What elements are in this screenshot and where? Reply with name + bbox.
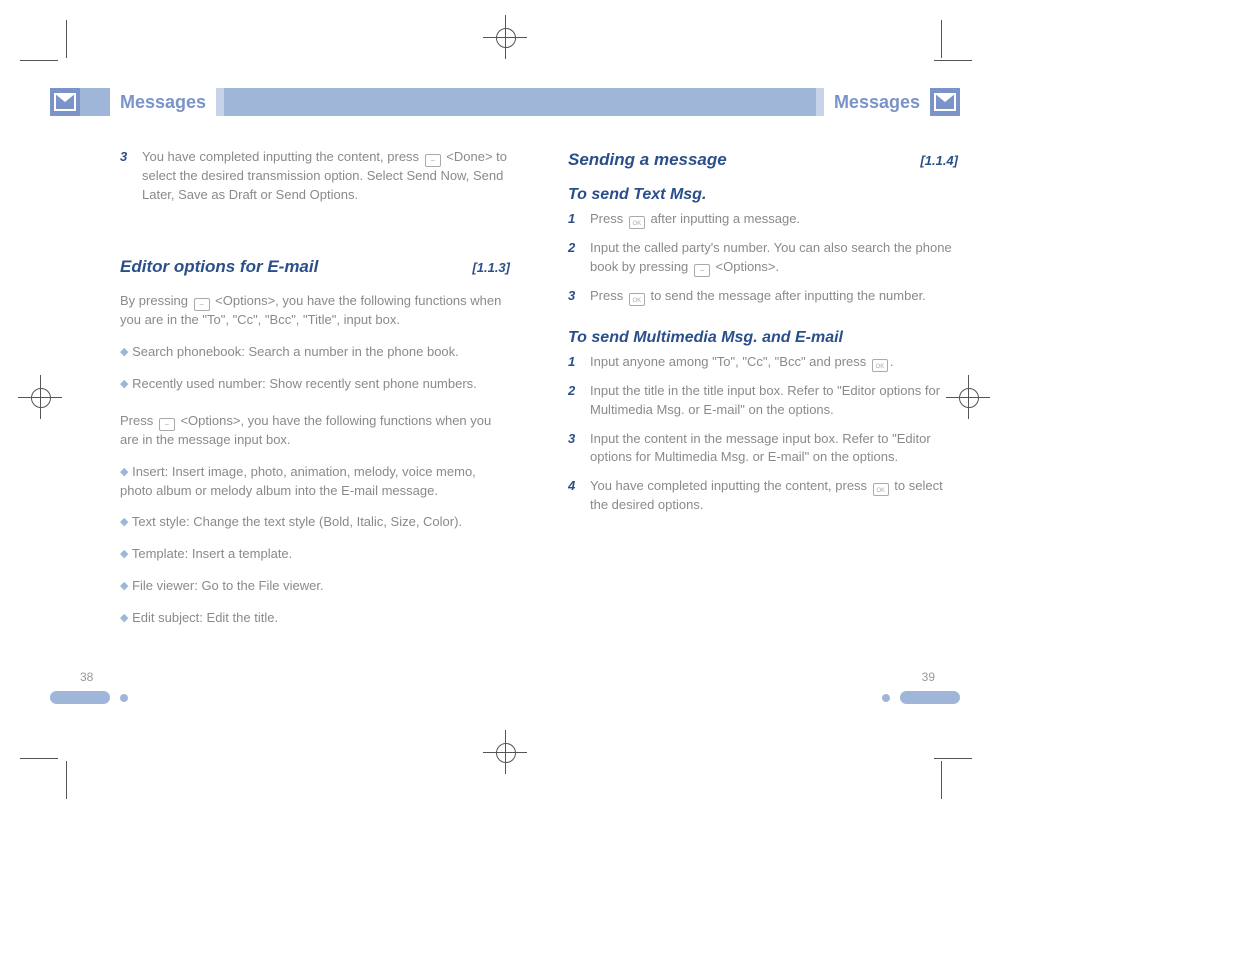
- softkey-icon: [425, 154, 441, 167]
- crop-mark: [66, 761, 67, 799]
- crop-mark: [20, 758, 58, 759]
- section-ref: [1.1.4]: [920, 152, 958, 171]
- paragraph: Press <Options>, you have the following …: [120, 412, 510, 450]
- ok-key-icon: [872, 359, 888, 372]
- right-column: Sending a message [1.1.4] To send Text M…: [568, 148, 958, 525]
- step-text: You have completed inputting the content…: [142, 148, 510, 205]
- step-3: 3 You have completed inputting the conte…: [120, 148, 510, 205]
- sub-heading: To send Multimedia Msg. and E-mail: [568, 326, 958, 349]
- softkey-icon: [159, 418, 175, 431]
- list-item: ◆ Edit subject: Edit the title.: [120, 609, 510, 628]
- header-title: Messages: [816, 88, 930, 116]
- step-number: 2: [568, 239, 580, 277]
- registration-mark: [483, 730, 527, 774]
- step: 2 Input the called party's number. You c…: [568, 239, 958, 277]
- step-number: 3: [568, 287, 580, 306]
- step-number: 4: [568, 477, 580, 515]
- list-item: ◆ Text style: Change the text style (Bol…: [120, 513, 510, 532]
- section-ref: [1.1.3]: [472, 259, 510, 278]
- crop-mark: [934, 60, 972, 61]
- registration-mark: [483, 15, 527, 59]
- page-number: 38: [80, 670, 93, 684]
- section-heading: Editor options for E-mail [1.1.3]: [120, 255, 510, 280]
- step-number: 3: [120, 148, 132, 205]
- list-item: ◆ Insert: Insert image, photo, animation…: [120, 463, 510, 501]
- crop-mark: [941, 20, 942, 58]
- list-item: ◆ Template: Insert a template.: [120, 545, 510, 564]
- list-item: ◆ Search phonebook: Search a number in t…: [120, 343, 510, 362]
- step: 1 Input anyone among "To", "Cc", "Bcc" a…: [568, 353, 958, 372]
- step-number: 1: [568, 210, 580, 229]
- list-item: ◆ Recently used number: Show recently se…: [120, 375, 510, 394]
- section-heading: Sending a message [1.1.4]: [568, 148, 958, 173]
- header-bar-left: Messages: [50, 88, 510, 116]
- step: 1 Press after inputting a message.: [568, 210, 958, 229]
- step: 3 Input the content in the message input…: [568, 430, 958, 468]
- softkey-icon: [194, 298, 210, 311]
- sub-heading: To send Text Msg.: [568, 183, 958, 206]
- left-column: 3 You have completed inputting the conte…: [120, 148, 510, 641]
- envelope-icon: [930, 88, 960, 116]
- page-dot: [120, 694, 128, 702]
- section-title: Editor options for E-mail: [120, 255, 318, 280]
- step-number: 2: [568, 382, 580, 420]
- ok-key-icon: [873, 483, 889, 496]
- section-title: Sending a message: [568, 148, 727, 173]
- list-item: ◆ File viewer: Go to the File viewer.: [120, 577, 510, 596]
- header-bar-right: Messages: [510, 88, 960, 116]
- crop-mark: [66, 20, 67, 58]
- step-number: 3: [568, 430, 580, 468]
- crop-mark: [934, 758, 972, 759]
- header-title: Messages: [110, 88, 224, 116]
- page-pill: [50, 691, 110, 704]
- step-number: 1: [568, 353, 580, 372]
- envelope-icon: [50, 88, 80, 116]
- step: 4 You have completed inputting the conte…: [568, 477, 958, 515]
- step: 3 Press to send the message after inputt…: [568, 287, 958, 306]
- crop-mark: [20, 60, 58, 61]
- manual-spread: Messages Messages 3 You have completed i…: [0, 0, 1235, 954]
- ok-key-icon: [629, 293, 645, 306]
- softkey-icon: [694, 264, 710, 277]
- registration-mark: [18, 375, 62, 419]
- ok-key-icon: [629, 216, 645, 229]
- page-number: 39: [922, 670, 935, 684]
- step: 2 Input the title in the title input box…: [568, 382, 958, 420]
- crop-mark: [941, 761, 942, 799]
- page-dot: [882, 694, 890, 702]
- paragraph: By pressing <Options>, you have the foll…: [120, 292, 510, 330]
- page-pill: [900, 691, 960, 704]
